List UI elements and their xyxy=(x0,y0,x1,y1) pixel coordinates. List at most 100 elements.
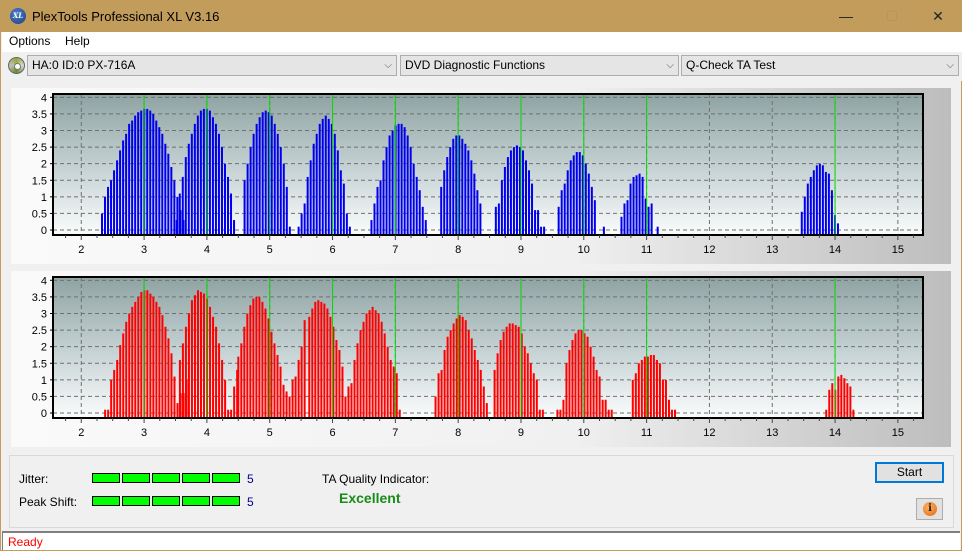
bar xyxy=(800,211,803,235)
bar xyxy=(812,170,815,235)
bar xyxy=(592,356,595,418)
bar xyxy=(137,112,140,235)
bar xyxy=(806,183,809,235)
bar xyxy=(167,338,170,418)
bar xyxy=(149,110,152,235)
bar xyxy=(288,226,291,235)
bar xyxy=(452,323,455,418)
bar xyxy=(595,369,598,418)
x-tick-label: 3 xyxy=(141,427,147,439)
bar xyxy=(110,180,113,235)
ta-chart-bottom: 0 0.5 1 1.5 2 2.5 3 3.5 4 2 3 4 5 6 7 8 9 10 11 12 13 14 15 xyxy=(32,275,924,439)
bar xyxy=(593,200,596,235)
bar xyxy=(418,190,421,235)
bar xyxy=(146,108,149,235)
bar xyxy=(476,359,479,418)
info-button[interactable]: i xyxy=(916,498,943,520)
bar xyxy=(149,293,152,418)
bar xyxy=(455,318,458,418)
info-icon: i xyxy=(923,502,937,516)
bar xyxy=(643,356,646,418)
x-tick-label: 11 xyxy=(641,244,652,256)
bar xyxy=(629,183,632,235)
bar xyxy=(350,383,353,418)
bar xyxy=(379,180,382,235)
title-bar: XL PlexTools Professional XL V3.16 — ☐ ✕ xyxy=(1,1,962,32)
bar xyxy=(276,133,279,235)
bar xyxy=(374,310,377,418)
bar xyxy=(412,163,415,235)
test-select[interactable]: Q-Check TA Test ⌵ xyxy=(681,55,959,76)
bar xyxy=(342,183,345,235)
bar xyxy=(473,173,476,235)
toolbar: HA:0 ID:0 PX-716A ⌵ DVD Diagnostic Funct… xyxy=(2,52,962,81)
menu-options[interactable]: Options xyxy=(9,34,50,48)
close-button[interactable]: ✕ xyxy=(915,1,961,32)
bar xyxy=(196,115,199,235)
bar xyxy=(852,409,855,418)
bar xyxy=(640,359,643,418)
bar xyxy=(541,409,544,418)
y-tick-label: 1 xyxy=(41,192,47,204)
bar xyxy=(178,193,181,235)
bar xyxy=(568,349,571,418)
bar xyxy=(264,308,267,418)
y-tick-label: 1 xyxy=(41,375,47,387)
function-select[interactable]: DVD Diagnostic Functions ⌵ xyxy=(400,55,679,76)
bar xyxy=(559,409,562,418)
bar xyxy=(830,190,833,235)
bar xyxy=(318,123,321,235)
bar xyxy=(574,333,577,418)
bar xyxy=(221,359,224,418)
y-tick-label: 0 xyxy=(41,408,47,420)
bar xyxy=(385,147,388,235)
bar xyxy=(376,186,379,235)
bar xyxy=(443,170,446,235)
bar xyxy=(809,176,812,235)
x-tick-label: 9 xyxy=(518,244,524,256)
bar xyxy=(577,330,580,418)
bar xyxy=(255,296,258,418)
bar xyxy=(397,123,400,235)
maximize-button[interactable]: ☐ xyxy=(869,1,915,32)
bar xyxy=(467,330,470,418)
bar xyxy=(497,203,500,235)
bar xyxy=(377,313,380,418)
bar xyxy=(338,349,341,418)
bar xyxy=(230,193,233,235)
minimize-button[interactable]: — xyxy=(823,1,869,32)
bar xyxy=(479,203,482,235)
bar xyxy=(217,133,220,235)
bar xyxy=(303,203,306,235)
bar xyxy=(243,326,246,418)
bar xyxy=(193,123,196,235)
x-tick-label: 6 xyxy=(329,427,335,439)
drive-select[interactable]: HA:0 ID:0 PX-716A ⌵ xyxy=(27,55,397,76)
bar xyxy=(526,353,529,418)
bar xyxy=(246,313,249,418)
bar xyxy=(300,213,303,235)
bar xyxy=(825,409,828,418)
bar xyxy=(534,210,537,235)
bar xyxy=(589,346,592,418)
y-tick-label: 1.5 xyxy=(32,175,47,187)
bar xyxy=(476,190,479,235)
bar xyxy=(560,190,563,235)
peak-shift-label: Peak Shift: xyxy=(19,495,78,509)
bar xyxy=(514,325,517,418)
bar xyxy=(461,316,464,418)
x-tick-label: 14 xyxy=(829,244,841,256)
bar xyxy=(406,135,409,235)
meter-segment xyxy=(152,496,180,506)
meter-segment xyxy=(182,496,210,506)
bar xyxy=(270,331,273,418)
menu-help[interactable]: Help xyxy=(65,34,90,48)
bar xyxy=(656,226,659,235)
bar xyxy=(531,183,534,235)
bar xyxy=(223,163,226,235)
bar xyxy=(494,206,497,235)
start-button[interactable]: Start xyxy=(875,462,944,483)
bar xyxy=(176,403,179,418)
bar xyxy=(152,296,155,418)
bar xyxy=(315,133,318,235)
